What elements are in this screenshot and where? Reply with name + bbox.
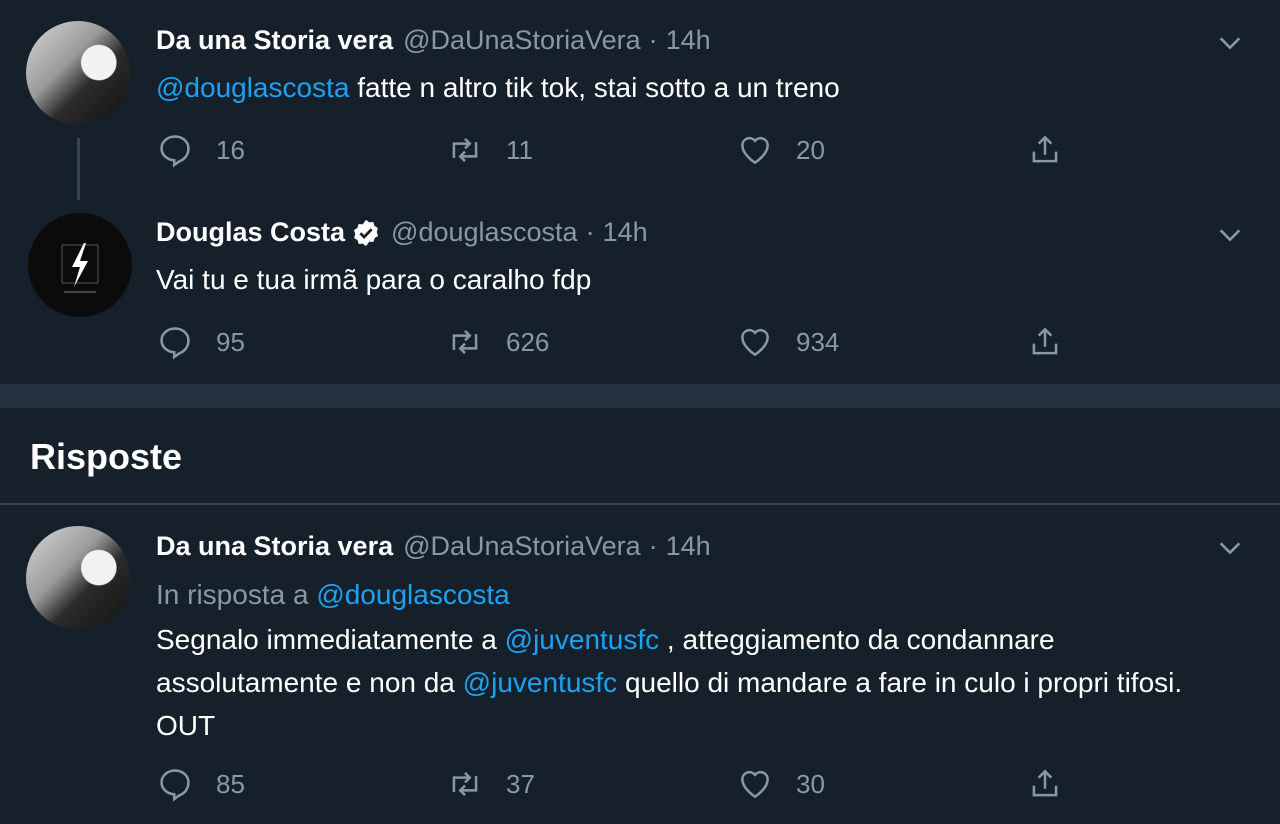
tweet-header: Da una Storia vera @DaUnaStoriaVera · 14… [156,25,711,56]
timestamp[interactable]: 14h [666,531,711,562]
author-name[interactable]: Da una Storia vera [156,25,393,56]
avatar[interactable] [28,213,132,317]
separator-dot: · [585,217,595,247]
like-button[interactable]: 20 [736,131,825,169]
tweet-actions: 16 11 20 [156,131,1076,171]
share-icon [1032,135,1058,163]
separator-dot: · [648,531,658,561]
lightning-logo-icon [61,243,99,293]
heart-icon [741,328,769,357]
timestamp[interactable]: 14h [666,25,711,56]
retweet-count: 37 [506,768,535,799]
thread-connector [77,138,80,200]
share-button[interactable] [1026,131,1086,169]
timestamp[interactable]: 14h [603,217,648,248]
mention-link[interactable]: @douglascosta [156,72,349,103]
retweet-button[interactable]: 11 [446,131,533,169]
retweet-button[interactable]: 626 [446,323,549,361]
reply-prefix: In risposta a [156,579,317,610]
heart-icon [741,136,769,165]
retweet-icon [452,772,478,796]
tweet-header: Da una Storia vera @DaUnaStoriaVera · 14… [156,531,711,562]
retweet-count: 626 [506,326,550,357]
reply-icon [160,135,190,168]
reply-count: 95 [216,326,245,357]
author-name[interactable]: Douglas Costa [156,217,345,248]
tweet-text: Vai tu e tua irmã para o caralho fdp [156,264,592,295]
tweet-actions: 95 626 934 [156,323,1076,363]
tweet-2[interactable]: Douglas Costa @douglascosta · 14h Vai tu… [0,200,1280,384]
reply-button[interactable]: 16 [156,131,245,169]
avatar[interactable] [26,526,130,630]
like-button[interactable]: 30 [736,765,825,803]
tweet-actions: 85 37 30 [156,765,1076,805]
tweet-1[interactable]: Da una Storia vera @DaUnaStoriaVera · 14… [0,0,1280,200]
mention-link[interactable]: @juventusfc [463,667,618,698]
tweet-body: fatte n altro tik tok, stai sotto a un t… [349,72,840,103]
reply-button[interactable]: 85 [156,765,245,803]
retweet-icon [452,330,478,354]
avatar[interactable] [26,21,130,125]
tweet-header: Douglas Costa @douglascosta · 14h [156,217,648,248]
replies-heading: Risposte [30,436,183,477]
retweet-icon [452,138,478,162]
tweet-text: Segnalo immediatamente a @juventusfc , a… [156,618,1196,747]
reply-icon [160,769,190,802]
reply-button[interactable]: 95 [156,323,245,361]
reply-count: 16 [216,134,245,165]
mention-link[interactable]: @douglascosta [316,579,509,610]
tweet-body: Segnalo immediatamente a [156,624,505,655]
retweet-count: 11 [506,134,533,165]
share-icon [1032,769,1058,797]
chevron-down-icon[interactable] [1216,29,1244,57]
chevron-down-icon[interactable] [1216,534,1244,562]
like-count: 20 [796,134,825,165]
reply-tweet[interactable]: Da una Storia vera @DaUnaStoriaVera · 14… [0,505,1280,824]
mention-link[interactable]: @juventusfc [505,624,660,655]
section-separator [0,384,1280,408]
share-icon [1032,327,1058,355]
heart-icon [741,770,769,799]
verified-badge-icon [354,219,379,246]
like-count: 934 [796,326,840,357]
share-button[interactable] [1026,765,1086,803]
share-button[interactable] [1026,323,1086,361]
in-reply-to: In risposta a @douglascosta [156,579,510,611]
reply-icon [160,327,190,360]
author-handle[interactable]: @DaUnaStoriaVera [403,25,641,56]
tweet-text: @douglascosta fatte n altro tik tok, sta… [156,66,1216,109]
author-handle[interactable]: @DaUnaStoriaVera [403,531,641,562]
reply-count: 85 [216,768,245,799]
retweet-button[interactable]: 37 [446,765,535,803]
like-button[interactable]: 934 [736,323,839,361]
author-handle[interactable]: @douglascosta [391,217,578,248]
author-name[interactable]: Da una Storia vera [156,531,393,562]
separator-dot: · [648,25,658,55]
like-count: 30 [796,768,825,799]
chevron-down-icon[interactable] [1216,221,1244,249]
